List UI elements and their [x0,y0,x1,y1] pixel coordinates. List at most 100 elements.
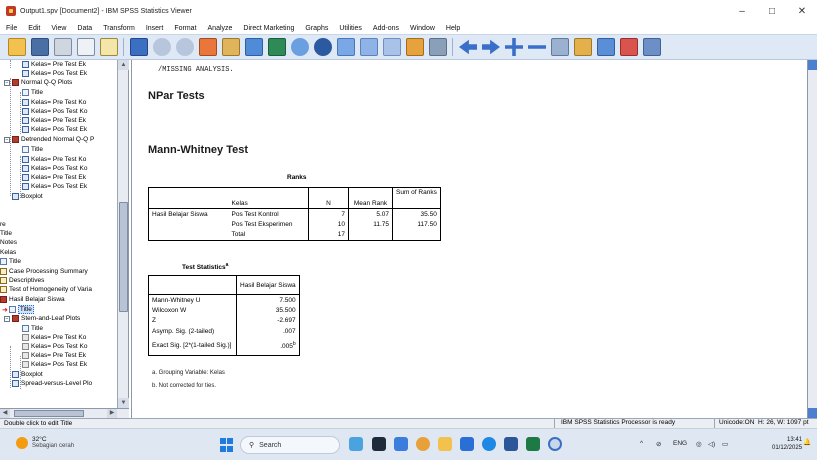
collapse-icon[interactable] [528,45,546,49]
nav-item[interactable]: Boxplot [12,370,43,379]
nav-item[interactable]: Kelas= Pre Test Ek [22,60,86,69]
output-vertical-scrollbar[interactable] [807,60,817,418]
expand-icon[interactable] [505,38,523,56]
nav-item[interactable]: Kelas [0,248,16,257]
nav-item[interactable]: Kelas= Pos Test Ek [22,182,87,191]
maximize-button[interactable]: □ [757,0,787,22]
outline-horizontal-scrollbar[interactable]: ◀ ▶ [0,408,129,418]
scroll-left-arrow-icon[interactable]: ◀ [0,409,10,418]
edge-browser-icon[interactable] [482,437,496,451]
windows-start-icon[interactable] [220,438,234,452]
goto-variable-icon[interactable] [245,38,263,56]
nav-item[interactable]: re [0,220,6,229]
export-icon[interactable] [100,38,118,56]
nav-item[interactable]: Kelas= Pre Test Ek [22,173,86,182]
nav-item[interactable]: Hasil Belajar Siswa [0,295,65,304]
taskbar-clock[interactable]: 13:41 01/12/2025 [772,436,802,452]
print-preview-icon[interactable] [77,38,95,56]
npar-tests-heading[interactable]: NPar Tests [148,90,205,102]
minimize-button[interactable]: – [727,0,757,22]
goto-data-icon[interactable] [199,38,217,56]
scroll-right-arrow-icon[interactable]: ▶ [107,409,117,418]
variables-icon[interactable] [268,38,286,56]
menu-window[interactable]: Window [410,25,435,32]
nav-item[interactable]: Kelas= Pre Test Ko [22,155,86,164]
weather-widget[interactable]: 32°C Sebagian cerah [16,436,74,449]
show-all-variables-icon[interactable] [314,38,332,56]
undo-icon[interactable] [153,38,171,56]
goto-case-icon[interactable] [222,38,240,56]
chart-builder-icon[interactable] [406,38,424,56]
tray-language[interactable]: ENG [673,440,687,447]
nav-item[interactable]: Kelas= Pos Test Ko [22,342,87,351]
menu-file[interactable]: File [6,25,17,32]
file-explorer-icon[interactable] [438,437,452,451]
menu-graphs[interactable]: Graphs [305,25,328,32]
back-arrow-icon[interactable] [459,39,477,55]
tray-chevron-icon[interactable]: ^ [640,440,643,447]
print-icon[interactable] [54,38,72,56]
nav-item[interactable]: Title [0,257,21,266]
nav-item[interactable]: Kelas= Pre Test Ek [22,116,86,125]
menu-addons[interactable]: Add-ons [373,25,399,32]
menu-help[interactable]: Help [446,25,460,32]
scroll-up-arrow-icon[interactable]: ▲ [118,60,129,70]
nav-item[interactable]: Descriptives [0,276,44,285]
scroll-down-arrow-icon[interactable] [808,408,817,418]
forward-arrow-icon[interactable] [482,39,500,55]
tray-battery-icon[interactable]: ▭ [722,440,728,448]
taskbar-app-icon[interactable] [416,437,430,451]
collapse-toggle[interactable]: − [4,136,10,143]
insert-text-icon[interactable] [643,38,661,56]
nav-item-boxplot[interactable]: Boxplot [12,192,43,201]
recall-dialog-icon[interactable] [130,38,148,56]
designate-window-icon[interactable] [360,38,378,56]
nav-item-stem-leaf[interactable]: − Stem-and-Leaf Plots [4,314,80,323]
scroll-up-arrow-icon[interactable] [808,60,817,70]
save-icon[interactable] [31,38,49,56]
menu-edit[interactable]: Edit [28,25,40,32]
nav-item[interactable]: Kelas= Pos Test Ko [22,164,87,173]
excel-icon[interactable] [526,437,540,451]
word-icon[interactable] [504,437,518,451]
collapse-toggle[interactable]: − [4,79,10,86]
nav-item[interactable]: Kelas= Pos Test Ek [22,360,87,369]
menu-view[interactable]: View [51,25,66,32]
menu-insert[interactable]: Insert [146,25,164,32]
tray-volume-icon[interactable]: ◁) [708,440,715,448]
insert-heading-icon[interactable] [597,38,615,56]
tray-network-icon[interactable]: ⊘ [656,440,661,448]
nav-item[interactable]: Case Processing Summary [0,267,88,276]
taskbar-search[interactable]: ⚲ Search [240,436,340,454]
nav-item[interactable]: Kelas= Pos Test Ek [22,125,87,134]
nav-item[interactable]: Notes [0,238,17,247]
open-folder-icon[interactable] [8,38,26,56]
nav-item[interactable]: Kelas= Pos Test Ek [22,69,87,78]
select-cases-icon[interactable] [429,38,447,56]
spss-taskbar-icon[interactable] [548,437,562,451]
taskbar-app-icon[interactable] [394,437,408,451]
scrollbar-thumb[interactable] [14,410,84,417]
nav-item[interactable]: Kelas= Pre Test Ko [22,333,86,342]
scrollbar-thumb[interactable] [119,202,128,312]
nav-item[interactable]: Kelas= Pre Test Ko [22,98,86,107]
menu-format[interactable]: Format [174,25,196,32]
taskbar-app-icon[interactable] [372,437,386,451]
nav-item[interactable]: Title [22,324,43,333]
taskbar-app-icon[interactable] [460,437,474,451]
taskbar-app-icon[interactable] [349,437,363,451]
nav-item[interactable]: Title [0,229,12,238]
mann-whitney-heading[interactable]: Mann-Whitney Test [148,144,248,156]
test-statistics-table[interactable]: Hasil Belajar Siswa Mann-Whitney U 7.500… [148,275,300,356]
hide-icon[interactable] [574,38,592,56]
nav-item[interactable]: Title [22,88,43,97]
nav-item[interactable]: Kelas= Pos Test Ko [22,107,87,116]
nav-item-selected-title[interactable]: ➜ Title [2,305,34,314]
menu-data[interactable]: Data [77,25,92,32]
menu-utilities[interactable]: Utilities [339,25,362,32]
nav-item[interactable]: Test of Homogeneity of Varia [0,285,92,294]
nav-item-detrended-qq[interactable]: − Detrended Normal Q-Q P [4,135,94,144]
menu-analyze[interactable]: Analyze [208,25,233,32]
nav-item-normal-qq[interactable]: − Normal Q-Q Plots [4,78,72,87]
ranks-table[interactable]: Sum of Ranks Kelas N Mean Rank Hasil Bel… [148,187,441,241]
